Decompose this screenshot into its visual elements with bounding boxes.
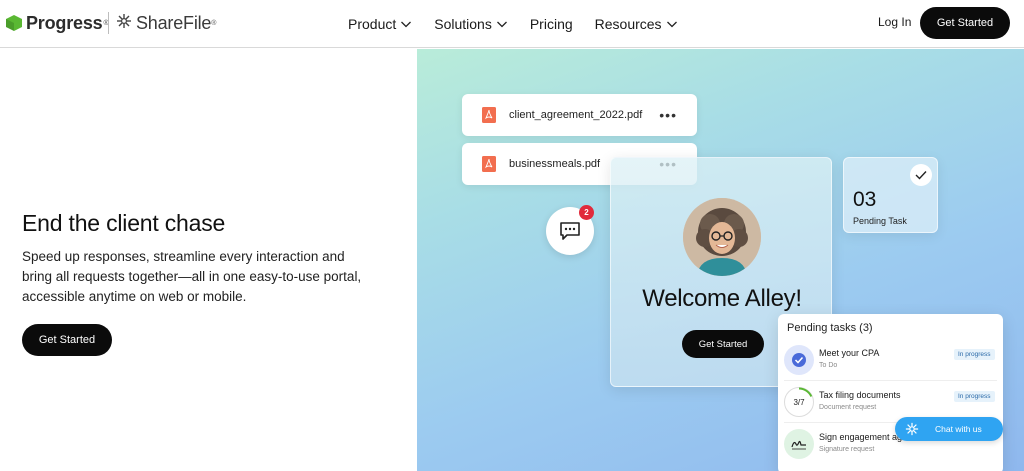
pending-tasks-title: Pending tasks (3) xyxy=(787,322,873,334)
chevron-down-icon xyxy=(496,21,507,28)
sharefile-logo-text: ShareFile xyxy=(136,12,212,33)
nav-item-pricing[interactable]: Pricing xyxy=(530,14,573,34)
nav-item-solutions[interactable]: Solutions xyxy=(434,14,508,34)
task-row[interactable]: Meet your CPA To Do In progress xyxy=(784,342,998,382)
welcome-get-started-button[interactable]: Get Started xyxy=(682,330,764,358)
pdf-file-icon xyxy=(482,156,496,172)
chevron-down-icon xyxy=(666,21,677,28)
file-card[interactable]: client_agreement_2022.pdf ••• xyxy=(462,94,697,136)
check-icon xyxy=(784,345,814,375)
site-header: Progress® ShareFile® Product Solutions xyxy=(0,0,1024,48)
task-title: Tax filing documents xyxy=(819,390,901,400)
signature-icon xyxy=(784,429,814,459)
task-title: Meet your CPA xyxy=(819,348,880,358)
nav-item-product[interactable]: Product xyxy=(348,14,412,34)
task-subtitle: To Do xyxy=(819,362,838,369)
pdf-file-icon xyxy=(482,107,496,123)
sharefile-logo[interactable]: ShareFile ® xyxy=(116,12,216,34)
check-icon xyxy=(910,164,932,186)
pending-task-card: 03 Pending Task xyxy=(843,157,938,233)
header-get-started-button[interactable]: Get Started xyxy=(920,7,1010,39)
hero-subtitle: Speed up responses, streamline every int… xyxy=(22,249,362,304)
chat-icon xyxy=(560,222,580,240)
logo-divider xyxy=(108,12,109,34)
progress-logo[interactable]: Progress ® xyxy=(6,12,109,34)
progress-ring-icon: 3/7 xyxy=(784,387,814,417)
task-title: Sign engagement ag xyxy=(819,432,903,442)
login-link[interactable]: Log In xyxy=(878,15,911,29)
status-badge: In progress xyxy=(954,349,995,360)
main-nav: Product Solutions Pricing Resources xyxy=(348,14,700,34)
status-badge: In progress xyxy=(954,391,995,402)
task-subtitle: Signature request xyxy=(819,446,875,453)
more-options-icon[interactable]: ••• xyxy=(659,107,677,123)
sharefile-logo-icon xyxy=(116,13,132,34)
file-name: client_agreement_2022.pdf xyxy=(509,109,643,121)
hero-title: End the client chase xyxy=(22,210,226,236)
hero-get-started-button[interactable]: Get Started xyxy=(22,324,112,356)
hero-visual: client_agreement_2022.pdf ••• businessme… xyxy=(417,49,1024,471)
sharefile-chat-icon xyxy=(905,422,919,436)
pending-label: Pending Task xyxy=(853,216,907,226)
pending-count: 03 xyxy=(853,188,877,211)
task-subtitle: Document request xyxy=(819,404,877,411)
notification-badge: 2 xyxy=(579,205,594,220)
progress-logo-text: Progress xyxy=(26,12,103,33)
avatar xyxy=(683,198,761,276)
chat-with-us-label: Chat with us xyxy=(935,424,982,434)
welcome-title: Welcome Alley! xyxy=(642,285,802,312)
chevron-down-icon xyxy=(401,21,412,28)
pending-tasks-panel: Pending tasks (3) Meet your CPA To Do In… xyxy=(778,314,1003,471)
progress-logo-icon xyxy=(6,15,22,31)
file-name: businessmeals.pdf xyxy=(509,158,601,170)
nav-item-resources[interactable]: Resources xyxy=(595,14,678,34)
chat-with-us-button[interactable]: Chat with us xyxy=(895,417,1003,441)
